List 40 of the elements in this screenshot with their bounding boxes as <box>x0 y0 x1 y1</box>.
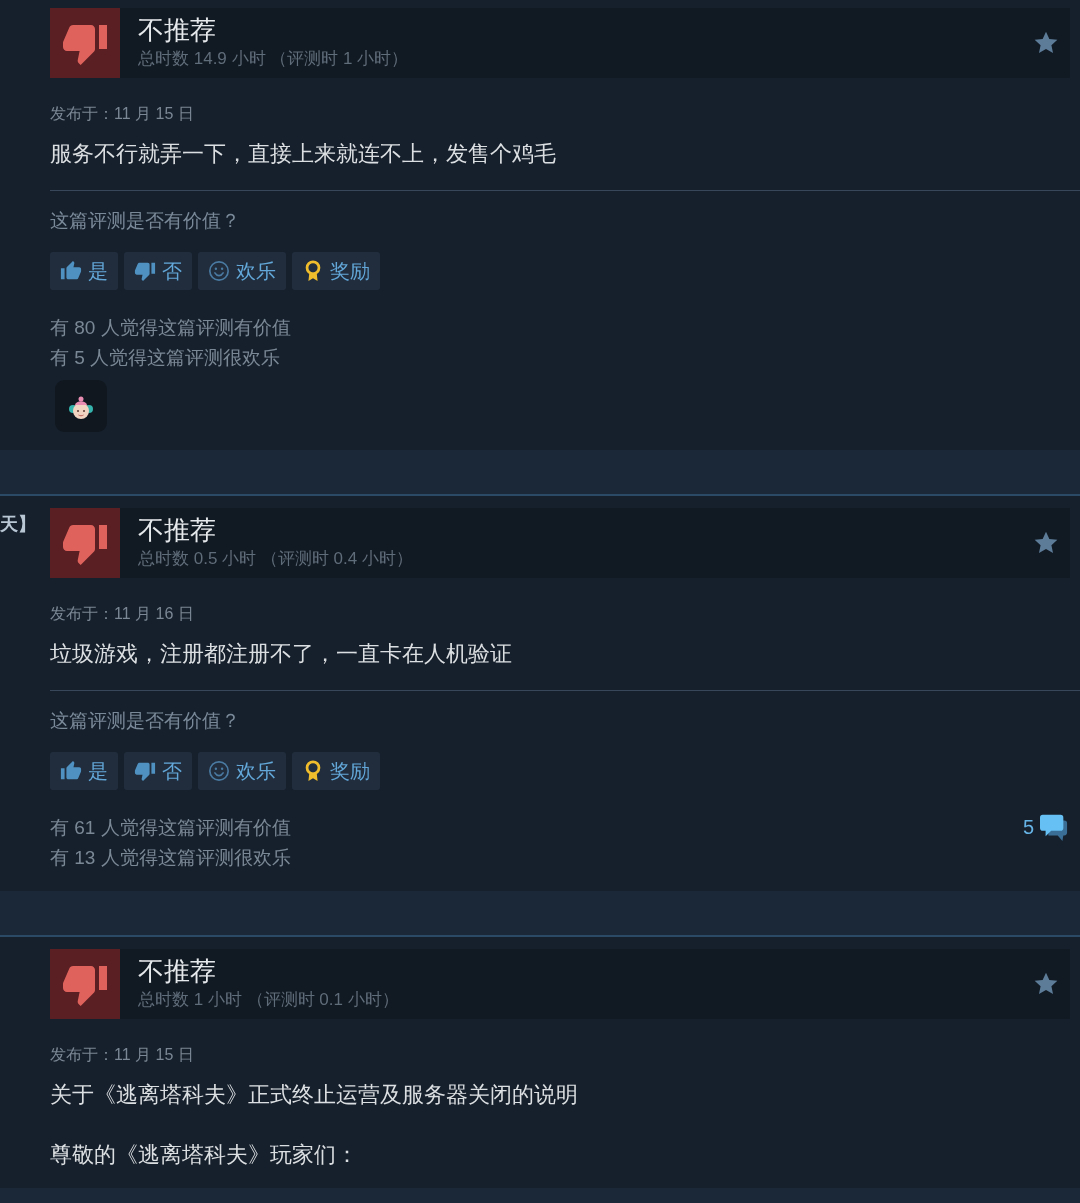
post-date: 发布于：11 月 15 日 <box>50 104 195 124</box>
vote-summary: 有 13 人觉得这篇评测很欢乐 <box>50 846 291 870</box>
playtime-text: 总时数 1 小时 （评测时 0.1 小时） <box>138 989 400 1011</box>
cartoon-face-icon[interactable] <box>55 380 107 432</box>
funny-button[interactable]: 欢乐 <box>198 252 286 290</box>
thumbs-down-icon <box>134 760 156 782</box>
helpful-prompt: 这篇评测是否有价值？ <box>50 709 241 733</box>
star-icon[interactable] <box>1033 971 1059 997</box>
review-text: 服务不行就弄一下，直接上来就连不上，发售个鸡毛 <box>50 141 557 168</box>
thumbs-up-icon <box>60 260 82 282</box>
vote-summary: 有 61 人觉得这篇评测有价值 <box>50 816 291 840</box>
helpful-prompt: 这篇评测是否有价值？ <box>50 209 241 233</box>
funny-button[interactable]: 欢乐 <box>198 752 286 790</box>
award-button[interactable]: 奖励 <box>292 252 380 290</box>
star-icon[interactable] <box>1033 30 1059 56</box>
rating-label: 不推荐 <box>138 956 217 986</box>
vote-summary: 有 80 人觉得这篇评测有价值 <box>50 316 291 340</box>
yes-button[interactable]: 是 <box>50 752 118 790</box>
vote-summary: 有 5 人觉得这篇评测很欢乐 <box>50 346 282 370</box>
smiley-icon <box>208 760 230 782</box>
star-icon[interactable] <box>1033 530 1059 556</box>
smiley-icon <box>208 260 230 282</box>
comments-link[interactable]: 5 <box>1022 813 1068 841</box>
review-text: 关于《逃离塔科夫》正式终止运营及服务器关闭的说明 <box>50 1082 579 1109</box>
side-text: 天】 <box>0 513 36 536</box>
award-button[interactable]: 奖励 <box>292 752 380 790</box>
review-text: 尊敬的《逃离塔科夫》玩家们： <box>50 1142 359 1169</box>
rating-label: 不推荐 <box>138 515 217 545</box>
post-date: 发布于：11 月 16 日 <box>50 604 195 624</box>
playtime-text: 总时数 14.9 小时 （评测时 1 小时） <box>138 48 410 70</box>
speech-bubble-icon <box>1040 813 1068 841</box>
post-date: 发布于：11 月 15 日 <box>50 1045 195 1065</box>
rating-label: 不推荐 <box>138 15 217 45</box>
thumbs-down-icon <box>134 260 156 282</box>
yes-button[interactable]: 是 <box>50 252 118 290</box>
thumbs-up-icon <box>60 760 82 782</box>
review-text: 垃圾游戏，注册都注册不了，一直卡在人机验证 <box>50 641 513 668</box>
no-button[interactable]: 否 <box>124 752 192 790</box>
no-button[interactable]: 否 <box>124 252 192 290</box>
playtime-text: 总时数 0.5 小时 （评测时 0.4 小时） <box>138 548 414 570</box>
